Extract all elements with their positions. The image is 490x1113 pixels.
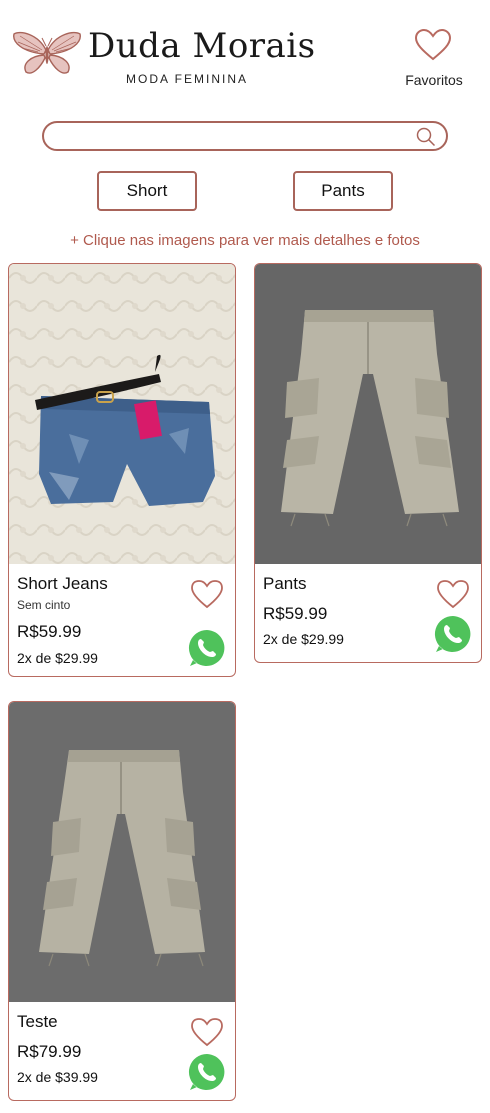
heart-icon (414, 28, 452, 61)
product-card: Teste R$79.99 2x de $39.99 (8, 701, 236, 1101)
product-price: R$59.99 (17, 622, 82, 641)
favorites-button[interactable]: Favoritos (398, 26, 470, 92)
product-installments: 2x de $29.99 (263, 631, 344, 647)
product-installments: 2x de $29.99 (17, 650, 98, 666)
product-name: Short Jeans (17, 574, 108, 593)
product-image[interactable] (255, 264, 481, 564)
heart-icon[interactable] (190, 1017, 224, 1047)
search-bar (42, 121, 448, 151)
product-image[interactable] (9, 264, 235, 564)
product-price: R$79.99 (17, 1042, 82, 1061)
product-image[interactable] (9, 702, 235, 1002)
search-icon[interactable] (416, 127, 436, 147)
heart-icon[interactable] (436, 579, 470, 609)
favorites-label: Favoritos (405, 72, 463, 88)
product-name: Pants (263, 574, 307, 593)
brand-subtitle: MODA FEMININA (126, 72, 249, 86)
whatsapp-icon[interactable] (433, 614, 473, 654)
category-pants-button[interactable]: Pants (293, 171, 393, 211)
product-name: Teste (17, 1012, 58, 1031)
product-subtitle: Sem cinto (17, 598, 71, 612)
heart-icon[interactable] (190, 579, 224, 609)
hint-text: + Clique nas imagens para ver mais detal… (70, 232, 420, 249)
whatsapp-icon[interactable] (187, 1052, 227, 1092)
product-card: Short Jeans Sem cinto R$59.99 2x de $29.… (8, 263, 236, 677)
category-short-button[interactable]: Short (97, 171, 197, 211)
product-card: Pants R$59.99 2x de $29.99 (254, 263, 482, 663)
whatsapp-icon[interactable] (187, 628, 227, 668)
product-price: R$59.99 (263, 604, 328, 623)
brand-name: Duda Morais (88, 26, 316, 66)
header: Duda Morais MODA FEMININA Favoritos (0, 0, 490, 100)
search-input[interactable] (56, 125, 406, 147)
product-installments: 2x de $39.99 (17, 1069, 98, 1085)
butterfly-icon (13, 31, 81, 74)
